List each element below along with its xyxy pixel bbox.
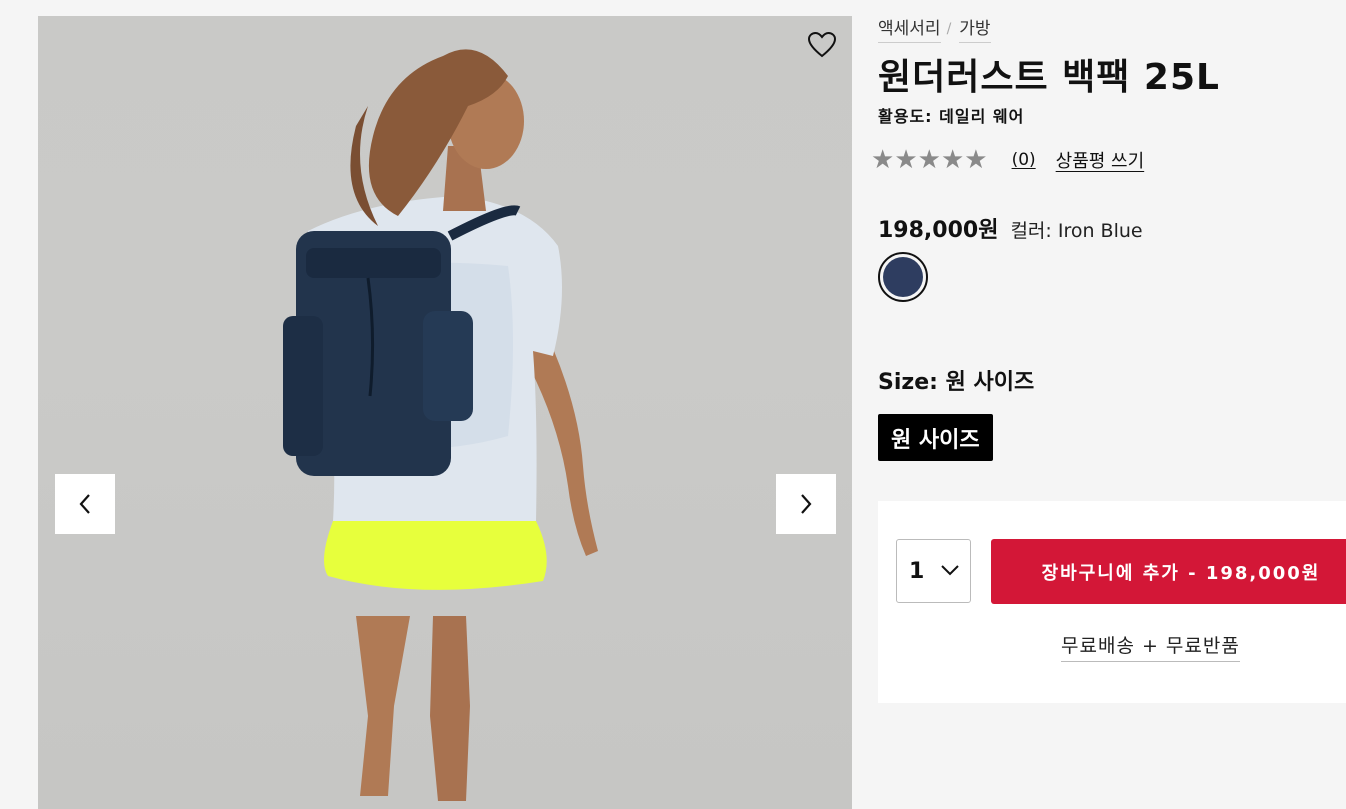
write-review-link[interactable]: 상품평 쓰기 [1056,147,1145,173]
color-swatch-fill [883,257,923,297]
star-icon: ★ [964,145,988,175]
quantity-select[interactable]: 1 [896,539,971,603]
product-info-panel: 액세서리 / 가방 원더러스트 백팩 25L 활용도: 데일리 웨어 ★ ★ ★… [871,0,1346,809]
chevron-down-icon [941,565,959,576]
color-label: 컬러: Iron Blue [1010,220,1143,242]
product-activity: 활용도: 데일리 웨어 [878,107,1025,126]
star-icon: ★ [871,145,895,175]
product-photo [283,49,598,801]
color-swatch-iron-blue[interactable] [878,252,928,302]
add-to-cart-card: 1 장바구니에 추가 - 198,000원 무료배송 + 무료반품 [878,501,1346,703]
star-icon: ★ [894,145,918,175]
price-row: 198,000원 컬러: Iron Blue [878,212,1143,244]
shipping-info-link[interactable]: 무료배송 + 무료반품 [1061,631,1240,662]
size-label: Size: 원 사이즈 [878,370,1035,395]
breadcrumb-bags[interactable]: 가방 [959,14,991,43]
breadcrumb: 액세서리 / 가방 [878,14,991,43]
review-count-link[interactable]: (0) [1012,150,1036,170]
size-option-button[interactable]: 원 사이즈 [878,414,993,461]
quantity-value: 1 [909,558,925,584]
chevron-left-icon [79,494,90,514]
breadcrumb-separator: / [946,20,952,37]
gallery-prev-button[interactable] [55,474,115,534]
product-price: 198,000원 [878,218,999,243]
rating-stars[interactable]: ★ ★ ★ ★ ★ [871,146,988,174]
add-to-cart-button[interactable]: 장바구니에 추가 - 198,000원 [991,539,1346,604]
product-title: 원더러스트 백팩 25L [878,57,1220,98]
star-icon: ★ [917,145,941,175]
star-icon: ★ [940,145,965,175]
gallery-next-button[interactable] [776,474,836,534]
breadcrumb-accessories[interactable]: 액세서리 [878,14,941,43]
wishlist-heart-icon[interactable] [804,28,840,62]
chevron-right-icon [801,494,812,514]
product-gallery [38,16,852,809]
rating-row: ★ ★ ★ ★ ★ (0) 상품평 쓰기 [871,146,1144,174]
